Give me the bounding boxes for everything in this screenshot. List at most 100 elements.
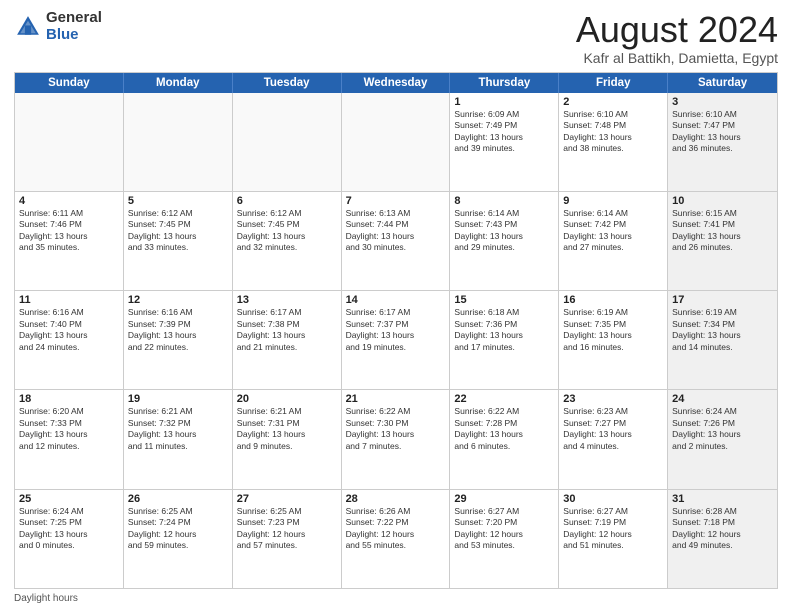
cal-day-28: 28Sunrise: 6:26 AM Sunset: 7:22 PM Dayli… <box>342 490 451 588</box>
day-number: 26 <box>128 493 228 505</box>
day-info: Sunrise: 6:14 AM Sunset: 7:43 PM Dayligh… <box>454 208 554 254</box>
cal-week-3: 11Sunrise: 6:16 AM Sunset: 7:40 PM Dayli… <box>15 290 777 389</box>
calendar: SundayMondayTuesdayWednesdayThursdayFrid… <box>14 72 778 589</box>
day-info: Sunrise: 6:27 AM Sunset: 7:19 PM Dayligh… <box>563 506 663 552</box>
cal-day-24: 24Sunrise: 6:24 AM Sunset: 7:26 PM Dayli… <box>668 390 777 488</box>
cal-header-sunday: Sunday <box>15 73 124 93</box>
day-info: Sunrise: 6:17 AM Sunset: 7:37 PM Dayligh… <box>346 307 446 353</box>
day-info: Sunrise: 6:17 AM Sunset: 7:38 PM Dayligh… <box>237 307 337 353</box>
day-info: Sunrise: 6:09 AM Sunset: 7:49 PM Dayligh… <box>454 109 554 155</box>
day-info: Sunrise: 6:21 AM Sunset: 7:31 PM Dayligh… <box>237 406 337 452</box>
day-info: Sunrise: 6:10 AM Sunset: 7:48 PM Dayligh… <box>563 109 663 155</box>
cal-day-2: 2Sunrise: 6:10 AM Sunset: 7:48 PM Daylig… <box>559 93 668 191</box>
day-info: Sunrise: 6:27 AM Sunset: 7:20 PM Dayligh… <box>454 506 554 552</box>
day-number: 20 <box>237 393 337 405</box>
day-number: 4 <box>19 195 119 207</box>
cal-week-1: 1Sunrise: 6:09 AM Sunset: 7:49 PM Daylig… <box>15 93 777 191</box>
day-info: Sunrise: 6:24 AM Sunset: 7:26 PM Dayligh… <box>672 406 773 452</box>
cal-day-11: 11Sunrise: 6:16 AM Sunset: 7:40 PM Dayli… <box>15 291 124 389</box>
day-number: 10 <box>672 195 773 207</box>
cal-day-23: 23Sunrise: 6:23 AM Sunset: 7:27 PM Dayli… <box>559 390 668 488</box>
cal-day-16: 16Sunrise: 6:19 AM Sunset: 7:35 PM Dayli… <box>559 291 668 389</box>
cal-day-7: 7Sunrise: 6:13 AM Sunset: 7:44 PM Daylig… <box>342 192 451 290</box>
cal-day-3: 3Sunrise: 6:10 AM Sunset: 7:47 PM Daylig… <box>668 93 777 191</box>
cal-day-20: 20Sunrise: 6:21 AM Sunset: 7:31 PM Dayli… <box>233 390 342 488</box>
cal-day-29: 29Sunrise: 6:27 AM Sunset: 7:20 PM Dayli… <box>450 490 559 588</box>
day-number: 30 <box>563 493 663 505</box>
day-number: 19 <box>128 393 228 405</box>
day-number: 12 <box>128 294 228 306</box>
day-info: Sunrise: 6:19 AM Sunset: 7:35 PM Dayligh… <box>563 307 663 353</box>
day-number: 2 <box>563 96 663 108</box>
cal-header-wednesday: Wednesday <box>342 73 451 93</box>
logo-blue: Blue <box>46 26 79 43</box>
day-number: 13 <box>237 294 337 306</box>
logo-general: General <box>46 9 102 26</box>
logo: General Blue <box>14 10 102 43</box>
cal-day-4: 4Sunrise: 6:11 AM Sunset: 7:46 PM Daylig… <box>15 192 124 290</box>
day-info: Sunrise: 6:22 AM Sunset: 7:30 PM Dayligh… <box>346 406 446 452</box>
header: General Blue August 2024 Kafr al Battikh… <box>14 10 778 66</box>
day-number: 3 <box>672 96 773 108</box>
cal-day-9: 9Sunrise: 6:14 AM Sunset: 7:42 PM Daylig… <box>559 192 668 290</box>
cal-day-empty <box>342 93 451 191</box>
day-number: 11 <box>19 294 119 306</box>
footer-note: Daylight hours <box>14 593 778 604</box>
day-info: Sunrise: 6:19 AM Sunset: 7:34 PM Dayligh… <box>672 307 773 353</box>
cal-day-14: 14Sunrise: 6:17 AM Sunset: 7:37 PM Dayli… <box>342 291 451 389</box>
cal-day-17: 17Sunrise: 6:19 AM Sunset: 7:34 PM Dayli… <box>668 291 777 389</box>
cal-day-26: 26Sunrise: 6:25 AM Sunset: 7:24 PM Dayli… <box>124 490 233 588</box>
cal-day-12: 12Sunrise: 6:16 AM Sunset: 7:39 PM Dayli… <box>124 291 233 389</box>
cal-header-monday: Monday <box>124 73 233 93</box>
day-info: Sunrise: 6:20 AM Sunset: 7:33 PM Dayligh… <box>19 406 119 452</box>
day-number: 28 <box>346 493 446 505</box>
day-info: Sunrise: 6:12 AM Sunset: 7:45 PM Dayligh… <box>128 208 228 254</box>
day-info: Sunrise: 6:22 AM Sunset: 7:28 PM Dayligh… <box>454 406 554 452</box>
cal-day-22: 22Sunrise: 6:22 AM Sunset: 7:28 PM Dayli… <box>450 390 559 488</box>
location: Kafr al Battikh, Damietta, Egypt <box>576 50 778 66</box>
day-number: 29 <box>454 493 554 505</box>
day-number: 17 <box>672 294 773 306</box>
day-info: Sunrise: 6:12 AM Sunset: 7:45 PM Dayligh… <box>237 208 337 254</box>
day-number: 9 <box>563 195 663 207</box>
day-info: Sunrise: 6:23 AM Sunset: 7:27 PM Dayligh… <box>563 406 663 452</box>
cal-week-5: 25Sunrise: 6:24 AM Sunset: 7:25 PM Dayli… <box>15 489 777 588</box>
cal-day-6: 6Sunrise: 6:12 AM Sunset: 7:45 PM Daylig… <box>233 192 342 290</box>
cal-week-4: 18Sunrise: 6:20 AM Sunset: 7:33 PM Dayli… <box>15 389 777 488</box>
cal-header-saturday: Saturday <box>668 73 777 93</box>
day-info: Sunrise: 6:11 AM Sunset: 7:46 PM Dayligh… <box>19 208 119 254</box>
cal-day-empty <box>233 93 342 191</box>
cal-day-21: 21Sunrise: 6:22 AM Sunset: 7:30 PM Dayli… <box>342 390 451 488</box>
month-title: August 2024 <box>576 10 778 50</box>
logo-icon <box>14 13 42 41</box>
cal-day-8: 8Sunrise: 6:14 AM Sunset: 7:43 PM Daylig… <box>450 192 559 290</box>
day-info: Sunrise: 6:26 AM Sunset: 7:22 PM Dayligh… <box>346 506 446 552</box>
day-number: 7 <box>346 195 446 207</box>
day-number: 16 <box>563 294 663 306</box>
cal-day-27: 27Sunrise: 6:25 AM Sunset: 7:23 PM Dayli… <box>233 490 342 588</box>
day-info: Sunrise: 6:18 AM Sunset: 7:36 PM Dayligh… <box>454 307 554 353</box>
day-number: 24 <box>672 393 773 405</box>
cal-day-5: 5Sunrise: 6:12 AM Sunset: 7:45 PM Daylig… <box>124 192 233 290</box>
cal-day-30: 30Sunrise: 6:27 AM Sunset: 7:19 PM Dayli… <box>559 490 668 588</box>
cal-day-1: 1Sunrise: 6:09 AM Sunset: 7:49 PM Daylig… <box>450 93 559 191</box>
day-info: Sunrise: 6:28 AM Sunset: 7:18 PM Dayligh… <box>672 506 773 552</box>
day-info: Sunrise: 6:16 AM Sunset: 7:40 PM Dayligh… <box>19 307 119 353</box>
day-info: Sunrise: 6:14 AM Sunset: 7:42 PM Dayligh… <box>563 208 663 254</box>
cal-header-thursday: Thursday <box>450 73 559 93</box>
calendar-body: 1Sunrise: 6:09 AM Sunset: 7:49 PM Daylig… <box>15 93 777 588</box>
day-number: 5 <box>128 195 228 207</box>
day-number: 27 <box>237 493 337 505</box>
cal-day-31: 31Sunrise: 6:28 AM Sunset: 7:18 PM Dayli… <box>668 490 777 588</box>
day-number: 25 <box>19 493 119 505</box>
cal-day-19: 19Sunrise: 6:21 AM Sunset: 7:32 PM Dayli… <box>124 390 233 488</box>
day-info: Sunrise: 6:10 AM Sunset: 7:47 PM Dayligh… <box>672 109 773 155</box>
day-info: Sunrise: 6:21 AM Sunset: 7:32 PM Dayligh… <box>128 406 228 452</box>
cal-day-13: 13Sunrise: 6:17 AM Sunset: 7:38 PM Dayli… <box>233 291 342 389</box>
day-number: 21 <box>346 393 446 405</box>
day-info: Sunrise: 6:24 AM Sunset: 7:25 PM Dayligh… <box>19 506 119 552</box>
day-number: 23 <box>563 393 663 405</box>
cal-day-18: 18Sunrise: 6:20 AM Sunset: 7:33 PM Dayli… <box>15 390 124 488</box>
calendar-header: SundayMondayTuesdayWednesdayThursdayFrid… <box>15 73 777 93</box>
day-number: 31 <box>672 493 773 505</box>
